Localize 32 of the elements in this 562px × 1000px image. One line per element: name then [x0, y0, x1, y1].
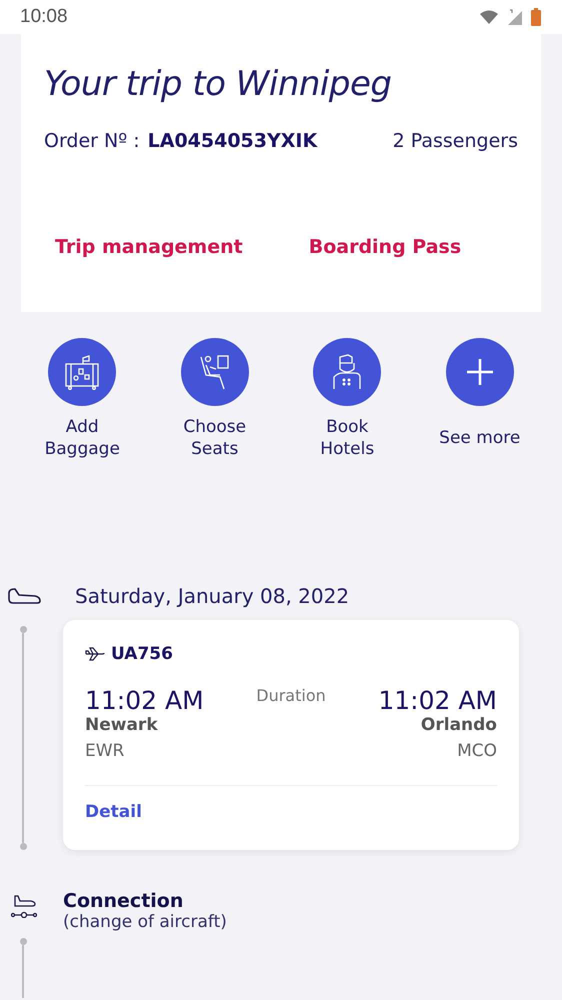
arrival-time: 11:02 AM — [378, 686, 497, 715]
timeline-rail — [19, 938, 27, 998]
flight-date: Saturday, January 08, 2022 — [75, 584, 350, 608]
plane-takeoff-icon — [7, 587, 41, 605]
battery-icon — [530, 8, 542, 26]
duration-label: Duration — [256, 686, 326, 707]
trip-title: Your trip to Winnipeg — [44, 64, 392, 104]
connection-note: (change of aircraft) — [63, 912, 227, 932]
trip-link[interactable]: Trip management — [55, 236, 243, 258]
status-time: 10:08 — [20, 6, 68, 28]
action-button[interactable]: Choose Seats — [154, 338, 275, 460]
action-button[interactable]: See more — [420, 338, 540, 460]
signal-icon — [506, 9, 522, 25]
order-number: LA0454053YXIK — [148, 130, 318, 152]
plane-icon — [85, 647, 105, 661]
detail-link[interactable]: Detail — [85, 802, 142, 822]
wifi-icon — [480, 10, 498, 24]
trip-link[interactable]: Boarding Pass — [308, 236, 462, 258]
connection-icon — [11, 894, 37, 918]
departure-time: 11:02 AM — [85, 686, 204, 715]
action-button[interactable]: Book Hotels — [287, 338, 408, 460]
passenger-count: 2 Passengers — [392, 130, 518, 152]
destination-city: Orlando — [420, 715, 497, 735]
plus-icon — [466, 359, 493, 385]
origin-city: Newark — [85, 715, 159, 735]
connection-title: Connection — [63, 890, 184, 912]
order-label: Order Nº : — [44, 130, 140, 152]
suitcase-icon — [63, 353, 102, 391]
flight-number: UA756 — [111, 644, 173, 664]
destination-code: MCO — [457, 741, 497, 761]
action-button[interactable]: Add Baggage — [22, 338, 142, 460]
origin-code: EWR — [85, 741, 126, 761]
